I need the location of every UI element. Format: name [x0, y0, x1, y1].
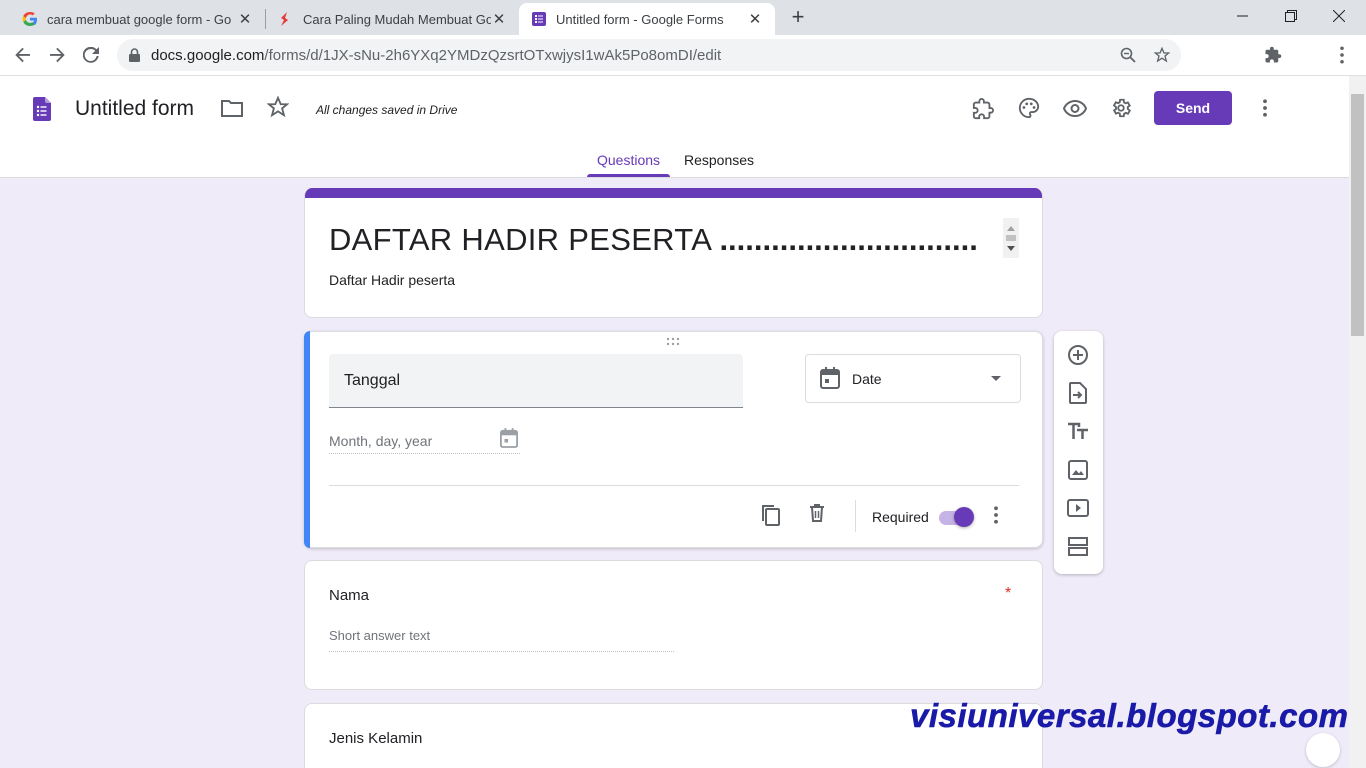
- required-label: Required: [872, 509, 929, 525]
- help-fab-button[interactable]: [1306, 733, 1340, 767]
- theme-color-bar: [305, 188, 1042, 198]
- question-type-dropdown[interactable]: Date: [805, 354, 1021, 403]
- short-answer-preview: Short answer text: [329, 628, 674, 652]
- close-icon[interactable]: ✕: [491, 10, 507, 28]
- reload-button[interactable]: [77, 41, 105, 69]
- minimize-button[interactable]: [1220, 0, 1266, 32]
- delete-trash-icon[interactable]: [809, 504, 825, 522]
- question-title: Nama: [329, 587, 370, 604]
- tab-title: Untitled form - Google Forms: [556, 11, 724, 27]
- google-forms-icon: [532, 12, 546, 26]
- star-icon[interactable]: [266, 95, 290, 119]
- import-questions-icon[interactable]: [1066, 381, 1090, 405]
- footer-vertical-divider: [855, 500, 856, 532]
- folder-icon[interactable]: [220, 96, 244, 120]
- zoom-icon[interactable]: [1120, 47, 1136, 63]
- add-title-text-icon[interactable]: [1066, 419, 1090, 443]
- tab-questions[interactable]: Questions: [597, 152, 660, 168]
- required-asterisk: *: [1005, 585, 1012, 602]
- form-title-text[interactable]: DAFTAR HADIR PESERTA ...................…: [329, 222, 978, 258]
- restore-button[interactable]: [1268, 0, 1314, 32]
- add-section-icon[interactable]: [1066, 534, 1090, 558]
- url-path: /forms/d/1JX-sNu-2h6YXq2YMDzQzsrtOTxwjys…: [264, 47, 722, 64]
- chevron-down-icon: [991, 376, 1001, 381]
- date-answer-preview: Month, day, year: [329, 426, 520, 454]
- browser-tab-strip: cara membuat google form - Go ✕ Cara Pal…: [0, 0, 1366, 35]
- question-card-tanggal[interactable]: Tanggal Date Month, day, year Required: [304, 331, 1043, 548]
- close-icon: [1333, 10, 1345, 22]
- preview-eye-icon[interactable]: [1063, 96, 1087, 120]
- tab-title: cara membuat google form - Go: [47, 11, 232, 27]
- arrow-right-icon: [50, 47, 65, 63]
- question-title: Tanggal: [344, 372, 401, 389]
- active-tab-indicator: [587, 174, 670, 177]
- google-forms-logo-icon[interactable]: [33, 97, 51, 121]
- page-scrollbar[interactable]: [1349, 76, 1366, 768]
- form-name[interactable]: Untitled form: [75, 97, 194, 121]
- lock-icon: [129, 48, 140, 62]
- url-host: docs.google.com: [151, 47, 265, 64]
- add-items-toolbar: [1054, 331, 1103, 574]
- tab-responses[interactable]: Responses: [684, 152, 754, 168]
- add-video-icon[interactable]: [1066, 496, 1090, 520]
- settings-gear-icon[interactable]: [1109, 96, 1133, 120]
- new-tab-button[interactable]: +: [787, 4, 809, 30]
- forward-button[interactable]: [43, 41, 71, 69]
- question-title-input[interactable]: Tanggal: [329, 354, 743, 408]
- calendar-icon: [500, 428, 518, 448]
- arrow-left-icon: [15, 47, 30, 63]
- duplicate-icon[interactable]: [761, 504, 781, 526]
- send-button[interactable]: Send: [1154, 91, 1232, 125]
- scrollbar-thumb[interactable]: [1351, 94, 1364, 336]
- forms-header: Untitled form All changes saved in Drive…: [0, 76, 1349, 178]
- browser-tab-3[interactable]: Untitled form - Google Forms ✕: [519, 3, 775, 35]
- star-icon[interactable]: [1154, 47, 1170, 63]
- close-window-button[interactable]: [1316, 0, 1362, 32]
- browser-tab-2[interactable]: Cara Paling Mudah Membuat Go ✕: [266, 3, 519, 35]
- question-footer-divider: [329, 485, 1019, 486]
- add-image-icon[interactable]: [1066, 458, 1090, 482]
- browser-menu-icon[interactable]: [1336, 46, 1348, 64]
- reload-icon: [83, 47, 99, 63]
- more-vert-icon[interactable]: [993, 506, 999, 524]
- addons-icon[interactable]: [971, 97, 995, 121]
- form-title-dots: ..............................: [719, 222, 978, 257]
- form-description[interactable]: Daftar Hadir peserta: [329, 272, 455, 288]
- google-g-icon: [22, 12, 37, 26]
- question-title: Jenis Kelamin: [329, 730, 423, 747]
- minimize-icon: [1237, 15, 1248, 17]
- form-title: DAFTAR HADIR PESERTA: [329, 222, 711, 257]
- tab-title: Cara Paling Mudah Membuat Go: [303, 11, 491, 27]
- palette-icon[interactable]: [1017, 96, 1041, 120]
- required-toggle-knob[interactable]: [954, 507, 974, 527]
- more-vert-icon[interactable]: [1253, 96, 1277, 120]
- restore-icon: [1285, 10, 1297, 22]
- watermark-text: visiuniversal.blogspot.com: [910, 697, 1349, 735]
- close-icon[interactable]: ✕: [747, 10, 763, 28]
- form-title-card[interactable]: DAFTAR HADIR PESERTA ...................…: [304, 188, 1043, 318]
- drag-handle-icon[interactable]: [666, 337, 682, 347]
- browser-toolbar: docs.google.com/forms/d/1JX-sNu-2h6YXq2Y…: [0, 35, 1366, 76]
- date-placeholder: Month, day, year: [329, 433, 433, 449]
- save-status: All changes saved in Drive: [316, 103, 458, 117]
- calendar-icon: [820, 367, 840, 389]
- red-s-icon: [281, 12, 288, 26]
- address-bar[interactable]: docs.google.com/forms/d/1JX-sNu-2h6YXq2Y…: [117, 39, 1181, 71]
- extensions-icon[interactable]: [1264, 46, 1282, 64]
- add-question-icon[interactable]: [1066, 343, 1090, 367]
- back-button[interactable]: [9, 41, 37, 69]
- close-icon[interactable]: ✕: [237, 10, 253, 28]
- title-scrollbar[interactable]: [1003, 218, 1019, 258]
- browser-tab-1[interactable]: cara membuat google form - Go ✕: [10, 3, 265, 35]
- active-question-indicator: [304, 331, 310, 548]
- url-text: docs.google.com/forms/d/1JX-sNu-2h6YXq2Y…: [151, 47, 721, 64]
- question-card-nama[interactable]: Nama * Short answer text: [304, 560, 1043, 690]
- question-type-label: Date: [852, 371, 882, 387]
